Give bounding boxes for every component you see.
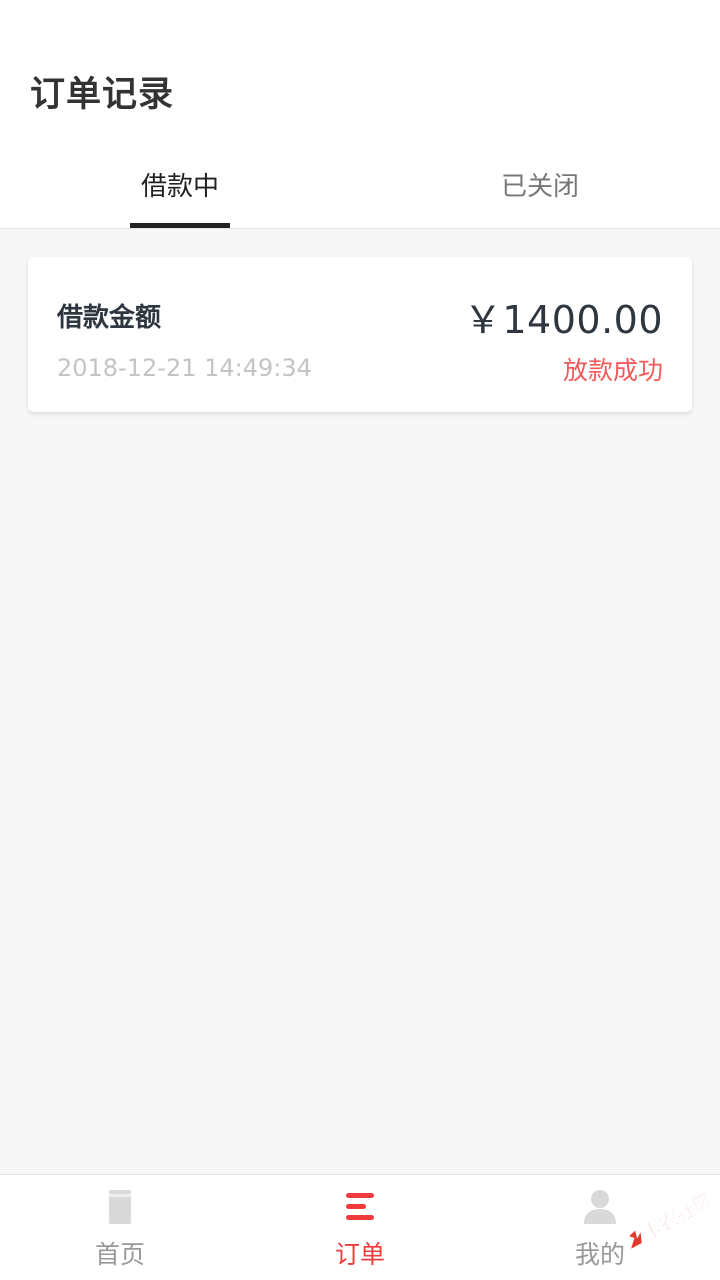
tabbar-item-orders[interactable]: 订单 <box>240 1175 480 1280</box>
order-status-badge: 放款成功 <box>562 356 663 385</box>
order-datetime: 2018-12-21 14:49:34 <box>57 354 312 382</box>
order-amount-label: 借款金额 <box>57 303 162 333</box>
svg-text:卡农社区: 卡农社区 <box>639 1189 716 1245</box>
tab-borrowing[interactable]: 借款中 <box>80 168 280 206</box>
order-card[interactable]: 借款金额 ￥1400.00 2018-12-21 14:49:34 放款成功 <box>28 257 692 412</box>
active-tab-indicator <box>130 223 230 228</box>
watermark-logo: 卡农社区 <box>629 1188 716 1249</box>
tab-closed[interactable]: 已关闭 <box>440 168 640 206</box>
order-amount: ￥1400.00 <box>463 298 663 342</box>
tabbar-label-home: 首页 <box>94 1240 145 1269</box>
page-title: 订单记录 <box>30 75 175 115</box>
tabbar-item-home[interactable]: 首页 <box>0 1175 240 1280</box>
document-icon <box>109 1190 131 1224</box>
tabbar-label-orders: 订单 <box>334 1240 385 1269</box>
header: 订单记录 借款中 已关闭 <box>0 0 720 229</box>
list-icon <box>346 1193 374 1220</box>
